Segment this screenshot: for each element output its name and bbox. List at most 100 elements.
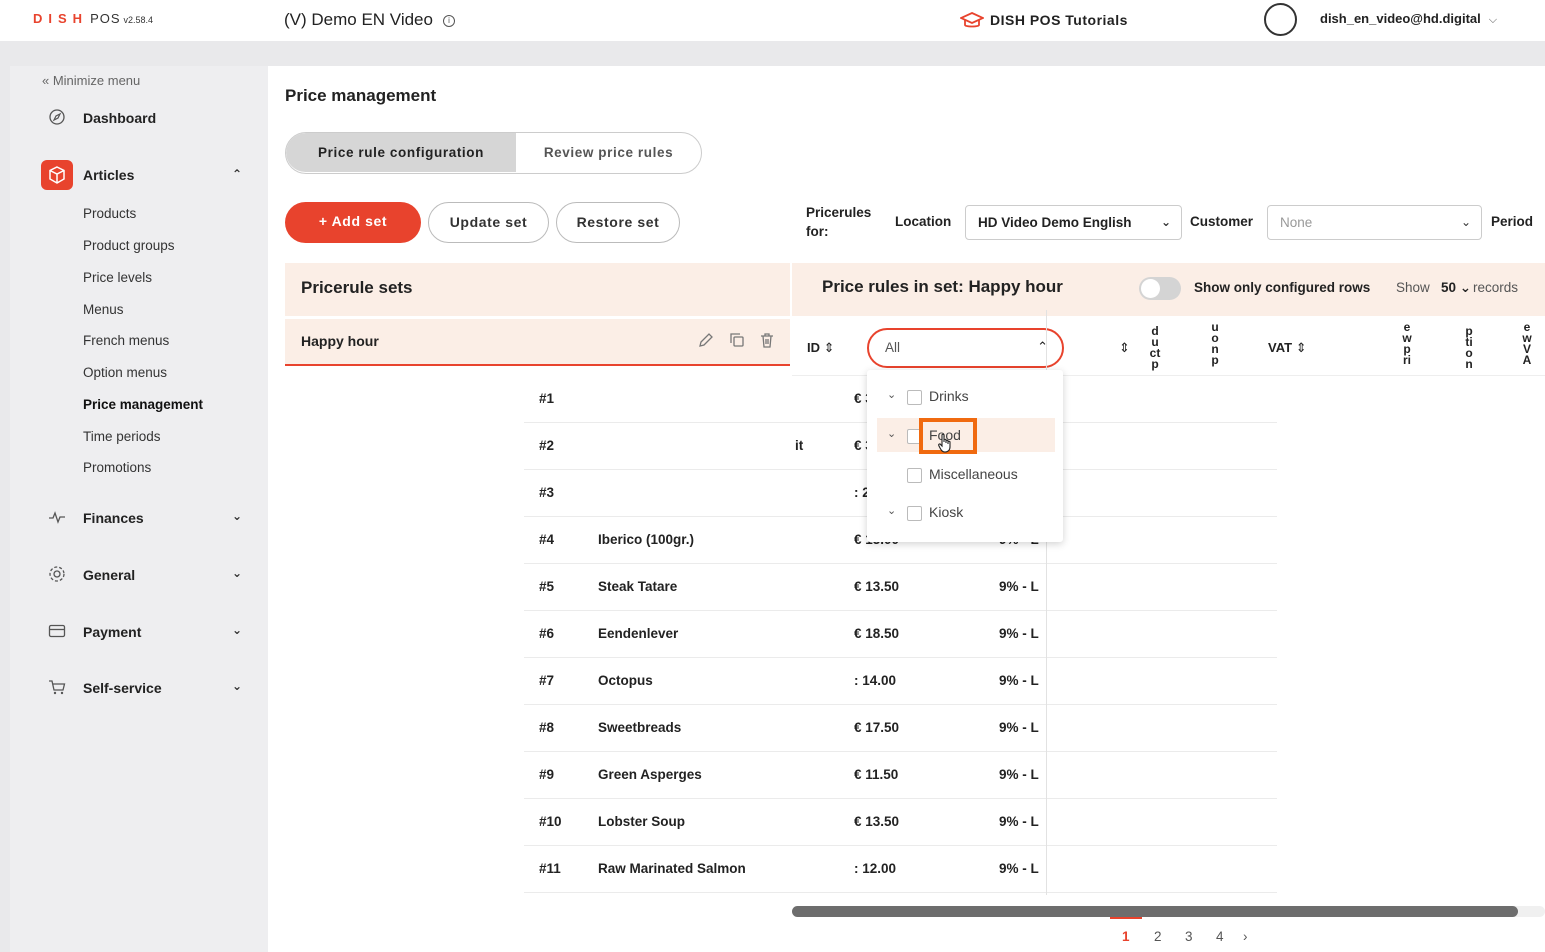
column-header-option[interactable]: uonp — [1208, 321, 1222, 366]
sidebar-item-promotions[interactable]: Promotions — [83, 460, 151, 475]
customer-select[interactable]: None ⌄ — [1267, 205, 1482, 240]
page-4-button[interactable]: 4 — [1216, 929, 1224, 944]
sidebar-item-general[interactable]: General ⌄ — [10, 559, 268, 591]
table-row[interactable]: #5 Steak Tatare € 13.50 9% - L — [524, 564, 1277, 611]
next-page-button[interactable]: › — [1243, 929, 1248, 944]
cell-name: Steak Tatare — [598, 579, 678, 594]
cell-price: € 17.50 — [854, 720, 900, 735]
column-header-new-vat[interactable]: ewVA — [1520, 321, 1534, 366]
cell-vat: 9% - L — [999, 767, 1039, 782]
sidebar-item-articles[interactable]: Articles ⌃ — [10, 160, 268, 192]
table-row[interactable]: #9 Green Asperges € 11.50 9% - L — [524, 752, 1277, 799]
page-2-button[interactable]: 2 — [1154, 929, 1162, 944]
info-icon[interactable]: i — [442, 15, 455, 27]
copy-icon[interactable] — [728, 331, 746, 349]
tutorials-link[interactable]: DISH POS Tutorials — [958, 11, 1128, 29]
configured-rows-toggle[interactable] — [1139, 277, 1181, 300]
table-header: ID ⇕ All ⌃ ⇕ d u ct p uonp VAT ⇕ e w p ri p ti o… — [792, 318, 1545, 376]
column-header-new-price[interactable]: e w p ri — [1400, 321, 1414, 366]
table-row[interactable]: #11 Raw Marinated Salmon: 12.00 9% - L — [524, 846, 1277, 893]
cell-id: #7 — [539, 673, 555, 688]
user-menu[interactable]: dish_en_video@hd.digital ⌵ — [1320, 11, 1497, 27]
dropdown-option-drinks[interactable]: ⌄ Drinks — [877, 379, 1055, 413]
checkbox[interactable] — [907, 506, 922, 521]
chevron-down-icon[interactable]: ⌄ — [887, 504, 896, 517]
pencil-icon[interactable] — [697, 331, 715, 349]
trash-icon[interactable] — [758, 331, 776, 349]
dropdown-option-kiosk[interactable]: ⌄ Kiosk — [877, 495, 1055, 529]
sidebar-item-self-service[interactable]: Self-service ⌄ — [10, 672, 268, 704]
sidebar-item-product-groups[interactable]: Product groups — [83, 238, 175, 253]
checkbox[interactable] — [907, 390, 922, 405]
cell-name: Eendenlever — [598, 626, 679, 641]
sidebar-item-french-menus[interactable]: French menus — [83, 333, 169, 348]
table-row[interactable]: #10 Lobster Soup € 13.50 9% - L — [524, 799, 1277, 846]
sidebar-item-time-periods[interactable]: Time periods — [83, 429, 161, 444]
sidebar-item-menus[interactable]: Menus — [83, 302, 124, 317]
cell-vat: 9% - L — [999, 814, 1039, 829]
chevron-down-icon: ⌄ — [1460, 215, 1471, 229]
sidebar-item-finances[interactable]: Finances ⌄ — [10, 502, 268, 534]
sort-icon: ⇕ — [823, 340, 835, 355]
cell-id: #2 — [539, 438, 555, 453]
scrollbar-thumb[interactable] — [792, 906, 1518, 917]
cell-name: Sweetbreads — [598, 720, 682, 735]
page-1-button[interactable]: 1 — [1122, 929, 1130, 944]
cell-id: #8 — [539, 720, 555, 735]
sidebar-item-price-levels[interactable]: Price levels — [83, 270, 152, 285]
tab-review-price-rules[interactable]: Review price rules — [516, 133, 701, 172]
user-avatar[interactable] — [1264, 3, 1297, 36]
cell-id: #4 — [539, 532, 555, 547]
sidebar: « Minimize menu Dashboard Articles ⌃ Pro… — [10, 66, 268, 952]
dish-logo[interactable]: DISH POS v2.58.4 — [33, 11, 153, 26]
box-icon — [41, 160, 73, 190]
sidebar-item-dashboard[interactable]: Dashboard — [10, 102, 268, 134]
chevron-down-icon: ⌄ — [232, 623, 243, 637]
sidebar-item-products[interactable]: Products — [83, 206, 136, 221]
horizontal-scrollbar[interactable] — [792, 906, 1545, 917]
column-header-option-2[interactable]: p ti o n — [1462, 325, 1476, 370]
sidebar-item-payment[interactable]: Payment ⌄ — [10, 616, 268, 648]
cell-id: #11 — [539, 861, 561, 876]
column-header-product[interactable]: d u ct p — [1148, 325, 1162, 370]
checkbox[interactable] — [907, 468, 922, 483]
credit-card-icon — [48, 624, 66, 638]
add-set-button[interactable]: + Add set — [285, 202, 421, 243]
cell-price: : 14.00 — [854, 673, 897, 688]
minimize-menu[interactable]: « Minimize menu — [42, 73, 140, 88]
chevron-down-icon: ⌄ — [232, 566, 243, 580]
chevron-down-icon[interactable]: ⌄ — [887, 427, 896, 440]
customer-label: Customer — [1190, 214, 1254, 229]
table-row[interactable]: #6 Eendenlever € 18.50 9% - L — [524, 611, 1277, 658]
cell-name: Iberico (100gr.) — [598, 532, 695, 547]
cell-price: : 12.00 — [854, 861, 897, 876]
sidebar-item-price-management[interactable]: Price management — [83, 397, 203, 412]
records-per-page-select[interactable]: 50 ⌄ — [1441, 280, 1471, 296]
table-row[interactable]: #8 Sweetbreads € 17.50 9% - L — [524, 705, 1277, 752]
chevron-down-icon: ⌄ — [1160, 215, 1171, 229]
cell-name: it — [795, 438, 804, 453]
cell-price: € 18.50 — [854, 626, 900, 641]
compass-icon — [49, 109, 65, 125]
chevron-down-icon: ⌵ — [1488, 14, 1498, 26]
page-3-button[interactable]: 3 — [1185, 929, 1193, 944]
column-header-id[interactable]: ID ⇕ — [807, 340, 835, 356]
dropdown-option-miscellaneous[interactable]: Miscellaneous — [877, 457, 1055, 491]
chevron-down-icon[interactable]: ⌄ — [887, 388, 896, 401]
cell-name: Green Asperges — [598, 767, 702, 782]
location-select[interactable]: HD Video Demo English ⌄ — [965, 205, 1182, 240]
cell-name: Lobster Soup — [598, 814, 685, 829]
tab-price-rule-configuration[interactable]: Price rule configuration — [286, 133, 516, 172]
table-row[interactable]: #7 Octopus: 14.00 9% - L — [524, 658, 1277, 705]
restore-set-button[interactable]: Restore set — [556, 202, 680, 243]
sidebar-item-option-menus[interactable]: Option menus — [83, 365, 167, 380]
cell-id: #10 — [539, 814, 562, 829]
column-header-vat[interactable]: VAT ⇕ — [1268, 340, 1307, 356]
sort-icon: ⇕ — [1295, 340, 1307, 355]
active-page-indicator — [1110, 917, 1142, 919]
store-name[interactable]: (V) Demo EN Video i — [284, 10, 455, 30]
product-group-filter[interactable]: All ⌃ — [867, 328, 1064, 368]
pricerule-set-item[interactable]: Happy hour — [285, 319, 790, 366]
sort-icon[interactable]: ⇕ — [1119, 340, 1130, 356]
update-set-button[interactable]: Update set — [428, 202, 549, 243]
